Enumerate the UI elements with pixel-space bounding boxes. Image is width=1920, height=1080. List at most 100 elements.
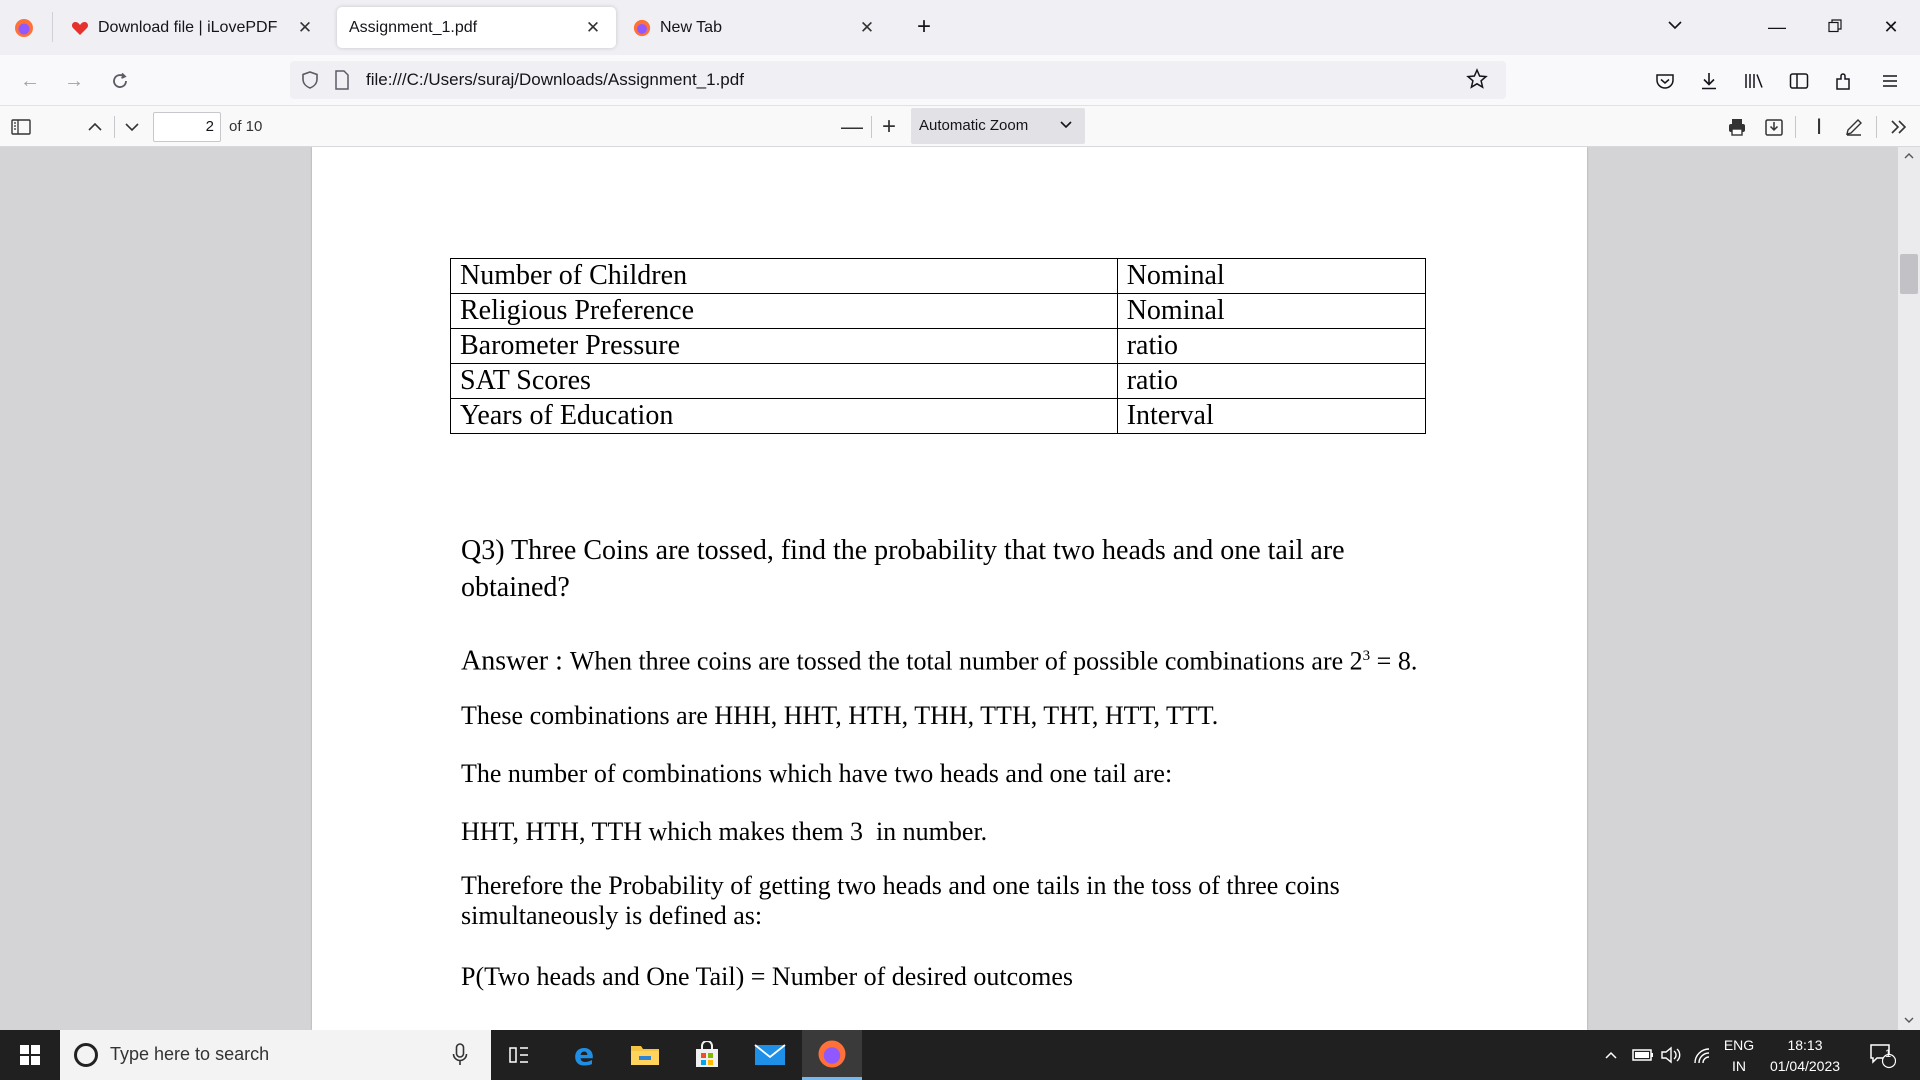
firefox-view-icon[interactable] [12,16,36,40]
toolbar-separator [1795,116,1796,138]
chevron-down-icon [1059,108,1073,144]
table-cell: Nominal [1116,258,1427,294]
url-text[interactable]: file:///C:/Users/suraj/Downloads/Assignm… [366,70,744,90]
heart-icon [70,18,90,38]
search-placeholder: Type here to search [110,1044,270,1064]
page-count-label: of 10 [229,118,263,135]
next-page-chevron-icon[interactable] [117,112,147,142]
table-cell: ratio [1116,363,1427,399]
toolbar-separator [871,116,872,138]
save-download-icon[interactable] [1759,112,1789,142]
pdf-page: Number of Children Nominal Religious Pre… [312,147,1587,1030]
list-all-tabs-chevron-icon[interactable] [1660,12,1690,42]
text-cursor-icon[interactable]: I [1804,112,1834,142]
shield-icon[interactable] [300,70,320,95]
reload-icon[interactable] [104,65,136,97]
tab-title: New Tab [660,18,722,36]
toolbar-separator [114,116,115,138]
table-row: Number of Children Nominal [450,258,1427,294]
zoom-select[interactable]: Automatic Zoom [911,108,1085,144]
close-window-icon[interactable]: ✕ [1876,12,1906,42]
tab-ilovepdf[interactable]: Download file | iLovePDF ✕ [58,7,328,48]
print-icon[interactable] [1722,112,1752,142]
table-cell: SAT Scores [450,363,1118,399]
downloads-icon[interactable] [1693,65,1725,97]
scroll-down-icon[interactable] [1903,1013,1915,1030]
therefore-line: Therefore the Probability of getting two… [461,871,1340,900]
pocket-icon[interactable] [1649,65,1681,97]
table-row: SAT Scores ratio [450,363,1427,399]
tray-chevron-up-icon[interactable] [1604,1030,1618,1080]
windows-start-icon[interactable] [5,1030,55,1080]
system-clock[interactable]: 18:13 01/04/2023 [1750,1035,1860,1077]
battery-icon[interactable] [1632,1030,1654,1080]
notification-center-icon[interactable]: 1 [1868,1030,1896,1080]
two-heads-list: HHT, HTH, TTH which makes them 3 in numb… [461,817,988,846]
table-cell: Interval [1116,398,1427,434]
zoom-in-icon[interactable]: + [874,112,904,142]
windows-taskbar: Type here to search e ENG IN 18:13 01/04… [0,1030,1920,1080]
combinations-text: These combinations are HHH, HHT, HTH, TH… [461,701,1219,730]
table-cell: Years of Education [450,398,1118,434]
wifi-icon[interactable] [1692,1030,1712,1080]
extensions-icon[interactable] [1827,65,1859,97]
navigation-bar: ← → file:///C:/Users/suraj/Downloads/Ass… [0,55,1920,106]
table-cell: Number of Children [450,258,1118,294]
clock-time: 18:13 [1787,1037,1823,1053]
new-tab-plus-icon[interactable]: + [909,12,939,42]
two-heads-intro: The number of combinations which have tw… [461,759,1173,788]
restore-icon[interactable] [1820,12,1850,42]
tab-bar: Download file | iLovePDF ✕ Assignment_1.… [0,0,1920,55]
library-icon[interactable] [1738,65,1770,97]
page-file-icon[interactable] [334,70,350,95]
draw-pen-icon[interactable] [1839,112,1869,142]
app-menu-icon[interactable] [1874,65,1906,97]
zoom-select-value: Automatic Zoom [919,117,1029,134]
sidebar-toggle-icon[interactable] [6,112,36,142]
file-explorer-icon[interactable] [620,1030,670,1080]
close-tab-icon[interactable]: ✕ [582,18,604,38]
edge-browser-icon[interactable]: e [559,1030,609,1080]
table-row: Religious Preference Nominal [450,293,1427,329]
mail-icon[interactable] [745,1030,795,1080]
table-cell: Barometer Pressure [450,328,1118,364]
page-number-input[interactable]: 2 [153,112,221,142]
pdf-toolbar: 2 of 10 — + Automatic Zoom I [0,106,1920,147]
answer-separator: : [548,645,570,677]
tools-double-chevron-icon[interactable] [1884,112,1914,142]
previous-page-chevron-icon[interactable] [80,112,110,142]
close-tab-icon[interactable]: ✕ [294,18,316,38]
pdf-viewer[interactable]: Number of Children Nominal Religious Pre… [0,147,1920,1030]
table-cell: ratio [1116,328,1427,364]
scroll-up-icon[interactable] [1903,149,1915,167]
therefore-line: simultaneously is defined as: [461,901,763,930]
answer-tail: = 8. [1370,646,1418,676]
tab-new-tab[interactable]: New Tab ✕ [620,7,890,48]
probability-formula: P(Two heads and One Tail) = Number of de… [461,962,1074,991]
back-arrow-icon[interactable]: ← [14,65,46,97]
zoom-out-icon[interactable]: — [837,112,867,142]
microsoft-store-icon[interactable] [682,1030,732,1080]
table-cell: Nominal [1116,293,1427,329]
taskbar-search-box[interactable]: Type here to search [60,1030,491,1080]
search-ring-icon [74,1043,98,1067]
answer-text: When three coins are tossed the total nu… [569,646,1363,676]
tab-assignment-pdf[interactable]: Assignment_1.pdf ✕ [337,7,616,48]
table-cell: Religious Preference [450,293,1118,329]
firefox-taskbar-icon[interactable] [802,1030,862,1080]
minimize-icon[interactable]: — [1762,12,1792,42]
sidebar-toggle-icon[interactable] [1783,65,1815,97]
microphone-icon[interactable] [452,1043,468,1072]
firefox-icon [632,18,652,38]
vertical-scrollbar[interactable] [1898,147,1920,1030]
question-line: Q3) Three Coins are tossed, find the pro… [461,535,1345,566]
bookmark-star-icon[interactable] [1466,68,1488,95]
forward-arrow-icon[interactable]: → [58,65,90,97]
url-bar[interactable]: file:///C:/Users/suraj/Downloads/Assignm… [290,61,1506,99]
volume-icon[interactable] [1660,1030,1682,1080]
close-tab-icon[interactable]: ✕ [856,18,878,38]
task-view-icon[interactable] [494,1030,544,1080]
measurement-table: Number of Children Nominal Religious Pre… [450,258,1427,434]
scrollbar-thumb[interactable] [1900,254,1918,294]
answer-paragraph: Answer : When three coins are tossed the… [461,638,1417,680]
